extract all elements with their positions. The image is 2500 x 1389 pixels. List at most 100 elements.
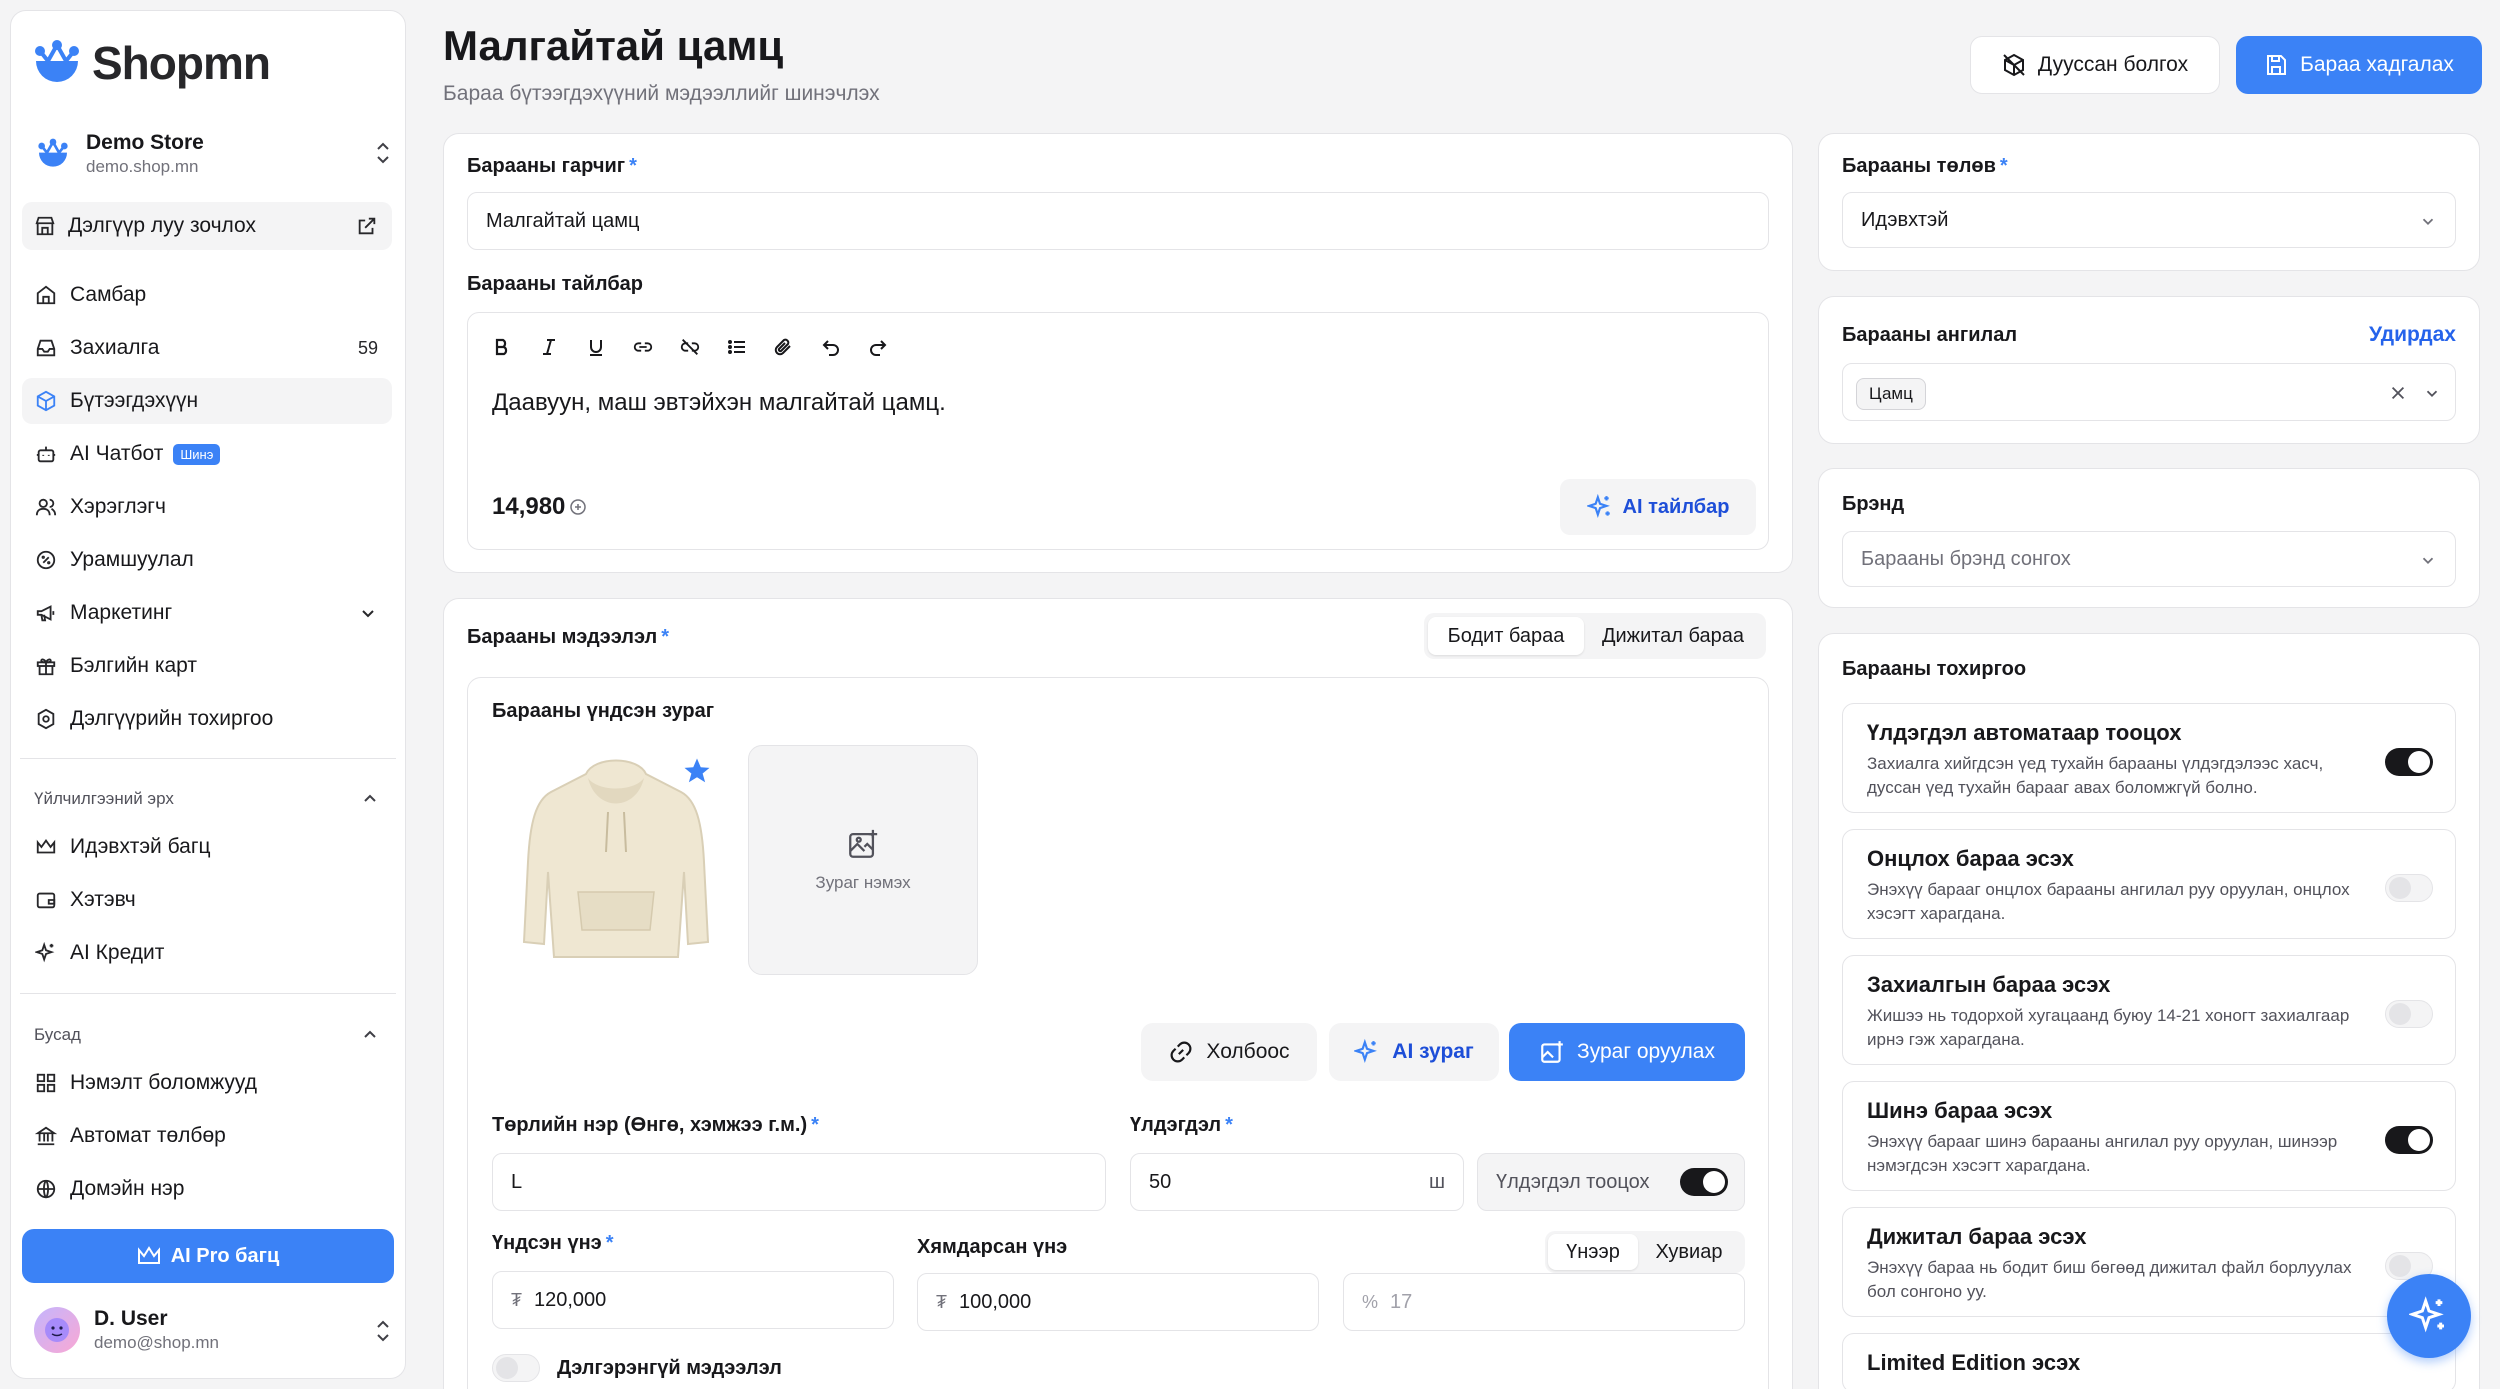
category-chip[interactable]: Цамц <box>1856 378 1926 410</box>
user-menu[interactable]: D. User demo@shop.mn <box>34 1300 404 1360</box>
detail-info-toggle[interactable] <box>492 1354 540 1382</box>
logo-icon <box>35 40 79 82</box>
description-text[interactable]: Даавуун, маш эвтэйхэн малгайтай цамц. <box>492 389 946 417</box>
underline-icon[interactable] <box>584 335 608 359</box>
discount-mode-amount[interactable]: Үнээр <box>1548 1234 1638 1270</box>
external-link-icon <box>356 215 378 237</box>
image-link-button[interactable]: Холбоос <box>1141 1023 1317 1081</box>
save-product-button[interactable]: Бараа хадгалах <box>2236 36 2482 94</box>
description-editor[interactable]: Даавуун, маш эвтэйхэн малгайтай цамц. 14… <box>467 312 1769 550</box>
sidebar-item-ai-chatbot[interactable]: AI Чатбот Шинэ <box>22 431 392 477</box>
sidebar-item-label: Бүтээгдэхүүн <box>70 389 199 412</box>
sidebar-item-label: Идэвхтэй багц <box>70 835 211 858</box>
option-new-product: Шинэ бараа эсэх Энэхүү барааг шинэ бараа… <box>1842 1081 2456 1191</box>
sidebar-item-orders[interactable]: Захиалга 59 <box>22 325 392 371</box>
sidebar-item-domain[interactable]: Домэйн нэр <box>22 1166 392 1212</box>
sidebar-item-products[interactable]: Бүтээгдэхүүн <box>22 378 392 424</box>
category-multiselect[interactable] <box>1842 363 2456 421</box>
sidebar-item-label: Маркетинг <box>70 601 173 624</box>
ai-description-button[interactable]: AI тайлбар <box>1560 479 1756 535</box>
sidebar-item-gift-card[interactable]: Бэлгийн карт <box>22 643 392 689</box>
sidebar-item-marketing[interactable]: Маркетинг <box>22 590 392 636</box>
brand-select[interactable]: Барааны брэнд сонгох <box>1842 531 2456 587</box>
other-section-header[interactable]: Бусад <box>34 1025 380 1045</box>
sidebar-item-wallet[interactable]: Хэтэвч <box>22 877 392 923</box>
plan-section-header[interactable]: Үйлчилгээний эрх <box>34 789 380 809</box>
box-icon <box>34 390 58 412</box>
attachment-icon[interactable] <box>772 335 796 359</box>
ai-pro-plan-label: AI Pro багц <box>170 1244 280 1267</box>
brand-label: Брэнд <box>1842 493 1905 515</box>
image-link-label: Холбоос <box>1206 1040 1290 1063</box>
sidebar-item-auto-payment[interactable]: Автомат төлбөр <box>22 1113 392 1159</box>
sidebar-item-label: Захиалга <box>70 336 160 359</box>
option-title: Үлдэгдэл автоматаар тооцох <box>1867 720 2182 745</box>
discount-mode-toggle: Үнээр Хувиар <box>1545 1231 1745 1273</box>
coin-icon <box>569 498 587 516</box>
chevron-up-icon <box>360 1025 380 1045</box>
save-icon <box>2264 53 2288 77</box>
option-description: Жишээ нь тодорхой хугацаанд буюу 14-21 х… <box>1867 1006 2350 1049</box>
chevron-down-icon <box>2419 551 2437 569</box>
visit-store-button[interactable]: Дэлгүүр луу зочлох <box>22 202 392 250</box>
ai-assistant-fab[interactable] <box>2387 1274 2471 1358</box>
mark-out-of-stock-button[interactable]: Дууссан болгох <box>1970 36 2220 94</box>
logo[interactable]: Shopmn <box>32 36 271 90</box>
discount-price-input[interactable]: ₮ 100,000 <box>917 1273 1319 1331</box>
upload-image-label: Зураг оруулах <box>1577 1040 1715 1063</box>
store-switcher[interactable]: Demo Store demo.shop.mn <box>34 124 404 184</box>
undo-icon[interactable] <box>819 335 843 359</box>
upload-image-button[interactable]: Зураг оруулах <box>1509 1023 1745 1081</box>
featured-toggle[interactable] <box>2385 874 2433 902</box>
clear-icon[interactable] <box>2389 384 2407 402</box>
ai-image-button[interactable]: AI зураг <box>1329 1023 1499 1081</box>
redo-icon[interactable] <box>866 335 890 359</box>
sidebar-item-customers[interactable]: Хэрэглэгч <box>22 484 392 530</box>
manage-categories-link[interactable]: Удирдах <box>2369 323 2456 347</box>
sidebar-item-addons[interactable]: Нэмэлт боломжууд <box>22 1060 392 1106</box>
auto-stock-toggle[interactable] <box>2385 748 2433 776</box>
discount-mode-percent[interactable]: Хувиар <box>1638 1234 1740 1270</box>
unlink-icon[interactable] <box>678 335 702 359</box>
tab-physical-product[interactable]: Бодит бараа <box>1428 617 1584 655</box>
sidebar-item-dashboard[interactable]: Самбар <box>22 272 392 318</box>
base-price-input[interactable]: ₮ 120,000 <box>492 1271 894 1329</box>
option-title: Limited Edition эсэх <box>1867 1350 2081 1375</box>
add-image-dropzone[interactable]: Зураг нэмэх <box>748 745 978 975</box>
settings-label: Барааны тохиргоо <box>1842 658 2027 680</box>
list-icon[interactable] <box>725 335 749 359</box>
ai-pro-plan-button[interactable]: AI Pro багц <box>22 1229 394 1283</box>
wallet-icon <box>34 889 58 911</box>
sidebar-item-ai-credit[interactable]: AI Кредит <box>22 930 392 976</box>
stock-unit: ш <box>1428 1170 1445 1193</box>
price-display: 14,980 <box>492 493 587 521</box>
mark-out-of-stock-label: Дууссан болгох <box>2037 53 2189 76</box>
other-section-title: Бусад <box>34 1025 81 1044</box>
sidebar-item-active-plan[interactable]: Идэвхтэй багц <box>22 824 392 870</box>
option-description: Энэхүү бараа нь бодит биш бөгөөд дижитал… <box>1867 1258 2352 1301</box>
sidebar-divider <box>20 758 396 759</box>
stock-input[interactable]: 50 ш <box>1130 1153 1464 1211</box>
link-icon[interactable] <box>631 335 655 359</box>
detail-info-label: Дэлгэрэнгүй мэдээлэл <box>557 1357 782 1379</box>
variant-name-input[interactable]: L <box>492 1153 1106 1211</box>
avatar-face-icon <box>45 1318 69 1342</box>
preorder-toggle[interactable] <box>2385 1000 2433 1028</box>
sidebar-item-promotions[interactable]: Урамшуулал <box>22 537 392 583</box>
bold-icon[interactable] <box>490 335 514 359</box>
option-preorder: Захиалгын бараа эсэх Жишээ нь тодорхой х… <box>1842 955 2456 1065</box>
product-info-label: Барааны мэдээлэл * <box>467 626 670 648</box>
product-title-input[interactable]: Малгайтай цамц <box>467 192 1769 250</box>
new-product-toggle[interactable] <box>2385 1126 2433 1154</box>
discount-percent-input[interactable]: % 17 <box>1343 1273 1745 1331</box>
sidebar-item-store-settings[interactable]: Дэлгүүрийн тохиргоо <box>22 696 392 742</box>
status-select[interactable]: Идэвхтэй <box>1842 192 2456 248</box>
crown-icon <box>137 1245 161 1267</box>
primary-image-star-icon[interactable] <box>682 756 712 786</box>
tab-digital-product[interactable]: Дижитал бараа <box>1584 617 1762 655</box>
italic-icon[interactable] <box>537 335 561 359</box>
page-title: Малгайтай цамц <box>443 22 784 69</box>
track-stock-toggle[interactable] <box>1680 1168 1728 1196</box>
option-title: Шинэ бараа эсэх <box>1867 1098 2053 1123</box>
store-avatar <box>34 135 72 173</box>
